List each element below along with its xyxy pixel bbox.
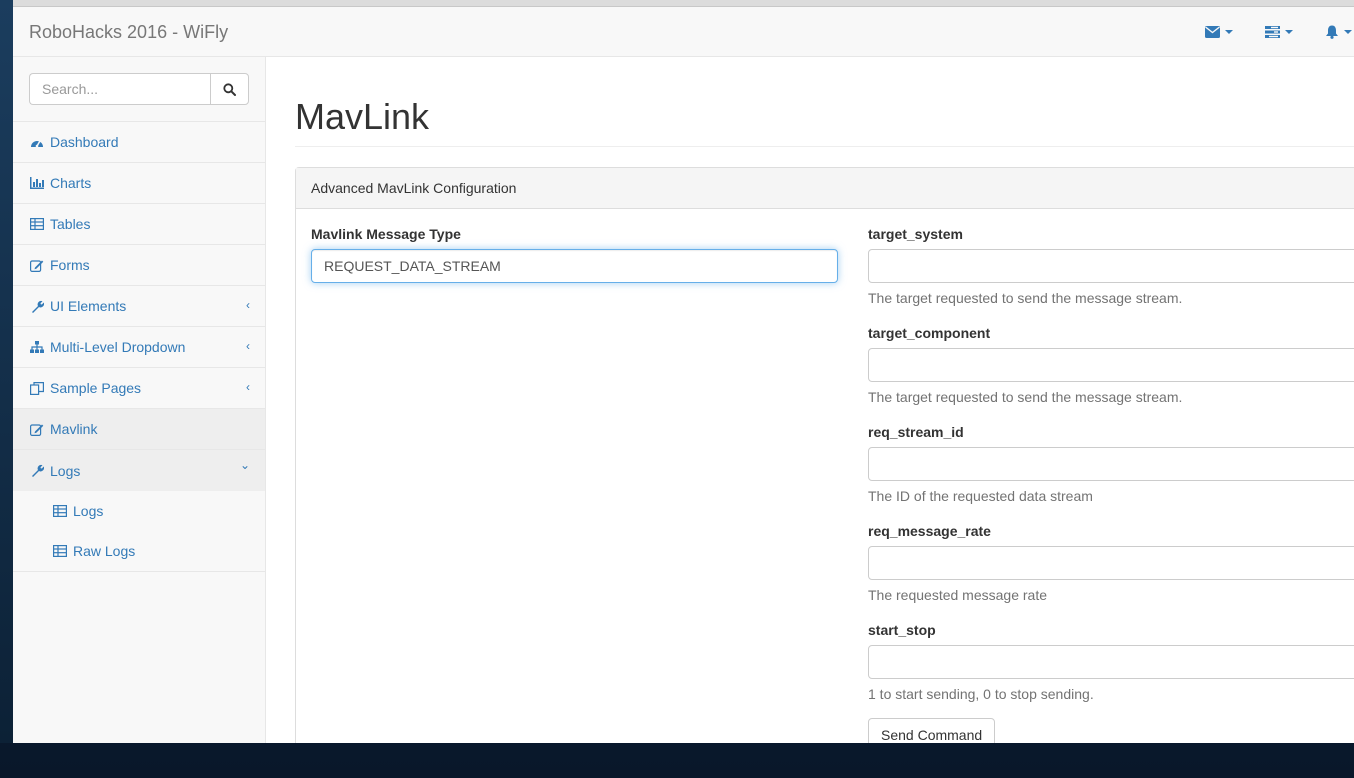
sidebar-item-label: Multi-Level Dropdown [50, 339, 186, 355]
target-component-help: The target requested to send the message… [868, 389, 1183, 405]
target-component-label: target_component [868, 325, 991, 341]
page-title: MavLink [295, 96, 430, 137]
sidebar-item-forms[interactable]: Forms [13, 245, 265, 286]
chevron-down-icon [1285, 30, 1293, 34]
alerts-dropdown[interactable] [1300, 7, 1354, 57]
search-button[interactable] [210, 73, 249, 105]
sidebar-item-label: Sample Pages [50, 380, 142, 396]
req-message-rate-label: req_message_rate [868, 523, 991, 539]
chevron-left-icon: ‹ [246, 298, 250, 312]
messages-dropdown[interactable] [1180, 7, 1240, 57]
wrench-icon [30, 299, 44, 313]
edit-icon [30, 422, 44, 436]
target-system-help: The target requested to send the message… [868, 290, 1183, 306]
search-input[interactable] [29, 73, 210, 105]
target-system-input[interactable] [868, 249, 1354, 283]
bar-chart-icon [30, 176, 44, 190]
dashboard-icon [30, 135, 44, 149]
logs-submenu: Logs Raw Logs [13, 491, 265, 572]
envelope-icon [1205, 26, 1220, 38]
main-content: MavLink Advanced MavLink Configuration M… [266, 57, 1354, 743]
tasks-dropdown[interactable] [1240, 7, 1300, 57]
sidebar: Dashboard Charts Tables Forms UI Element [13, 57, 266, 743]
target-system-label: target_system [868, 226, 963, 242]
navbar-brand[interactable]: RoboHacks 2016 - WiFly [29, 22, 228, 43]
sidebar-item-ui-elements[interactable]: UI Elements ‹ [13, 286, 265, 327]
page-header: MavLink [295, 97, 1354, 147]
desktop-top-edge [0, 0, 1354, 7]
sidebar-search [13, 57, 265, 122]
req-stream-id-label: req_stream_id [868, 424, 964, 440]
table-icon [30, 217, 44, 231]
bell-icon [1326, 25, 1338, 39]
browser-window: RoboHacks 2016 - WiFly Search... Dashboa… [13, 7, 1354, 743]
panel-heading: Advanced MavLink Configuration [296, 168, 1354, 209]
send-command-button[interactable]: Send Command [868, 718, 996, 743]
files-icon [30, 381, 44, 395]
chevron-down-icon: ⌄ [239, 458, 250, 472]
sidebar-item-mavlink[interactable]: Mavlink [13, 409, 265, 450]
search-icon [223, 82, 236, 96]
sidebar-item-label: Mavlink [50, 421, 98, 437]
sidebar-item-sample-pages[interactable]: Sample Pages ‹ [13, 368, 265, 409]
sidebar-subitem-raw-logs[interactable]: Raw Logs [13, 531, 265, 571]
start-stop-label: start_stop [868, 622, 936, 638]
sidebar-item-label: Tables [50, 216, 91, 232]
sidebar-item-charts[interactable]: Charts [13, 163, 265, 204]
sidebar-subitem-logs[interactable]: Logs [13, 491, 265, 531]
mavlink-config-panel: Advanced MavLink Configuration Mavlink M… [295, 167, 1354, 743]
start-stop-help: 1 to start sending, 0 to stop sending. [868, 686, 1094, 702]
chevron-down-icon [1344, 30, 1352, 34]
navbar-icons [1180, 7, 1354, 57]
sidebar-item-logs[interactable]: Logs ⌄ [13, 450, 265, 491]
edit-icon [30, 258, 44, 272]
table-icon [53, 504, 67, 518]
req-message-rate-input[interactable] [868, 546, 1354, 580]
sitemap-icon [30, 340, 44, 354]
sidebar-item-label: Dashboard [50, 134, 119, 150]
sidebar-item-label: UI Elements [50, 298, 127, 314]
req-stream-id-input[interactable] [868, 447, 1354, 481]
sidebar-subitem-label: Logs [73, 503, 104, 519]
sidebar-item-tables[interactable]: Tables [13, 204, 265, 245]
req-message-rate-help: The requested message rate [868, 587, 1047, 603]
message-type-label: Mavlink Message Type [311, 226, 461, 242]
top-navbar: RoboHacks 2016 - WiFly [13, 7, 1354, 57]
start-stop-input[interactable] [868, 645, 1354, 679]
sidebar-item-multi-level-dropdown[interactable]: Multi-Level Dropdown ‹ [13, 327, 265, 368]
sidebar-item-label: Forms [50, 257, 90, 273]
sidebar-item-label: Logs [50, 462, 81, 479]
sidebar-item-dashboard[interactable]: Dashboard [13, 122, 265, 163]
sidebar-subitem-label: Raw Logs [73, 543, 136, 559]
chevron-left-icon: ‹ [246, 339, 250, 353]
tasks-icon [1265, 26, 1280, 38]
chevron-left-icon: ‹ [246, 380, 250, 394]
sidebar-item-label: Charts [50, 175, 92, 191]
table-icon [53, 544, 67, 558]
wrench-icon [30, 464, 44, 478]
req-stream-id-help: The ID of the requested data stream [868, 488, 1093, 504]
target-component-input[interactable] [868, 348, 1354, 382]
message-type-input[interactable] [311, 249, 838, 283]
desktop-left-edge [0, 0, 13, 743]
chevron-down-icon [1225, 30, 1233, 34]
